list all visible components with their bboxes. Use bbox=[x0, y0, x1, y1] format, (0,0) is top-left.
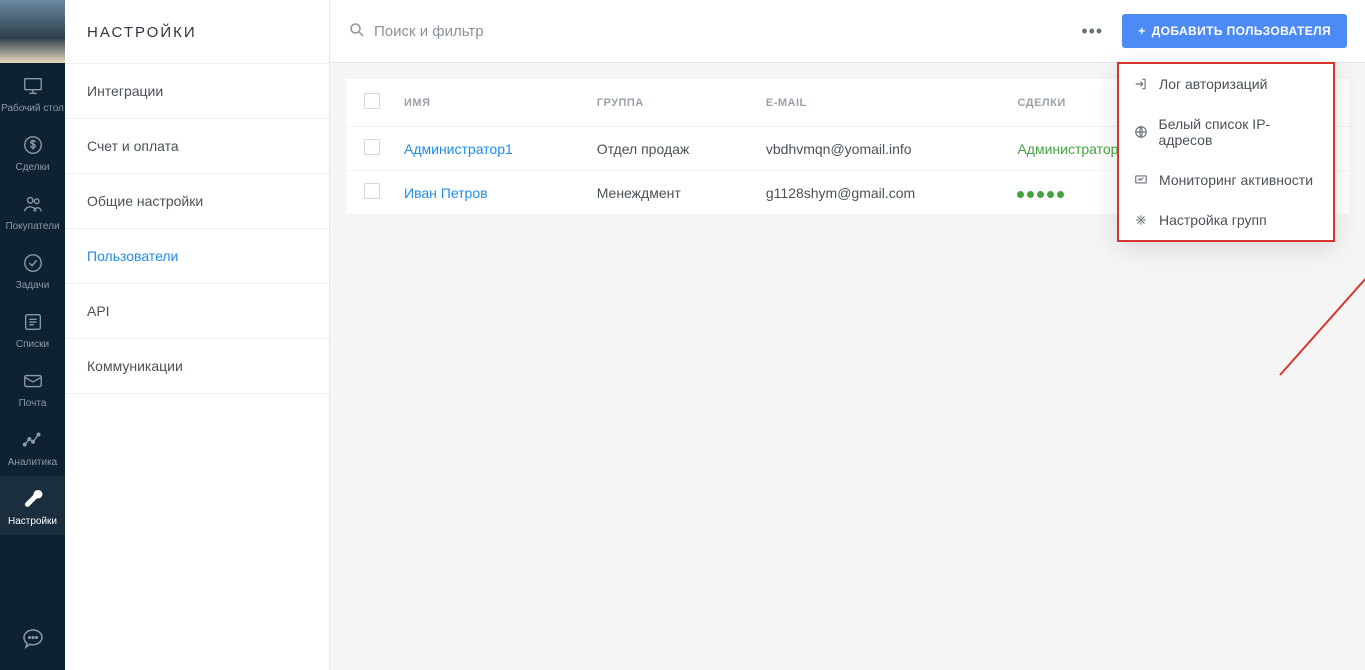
dropdown-label: Белый список IP-адресов bbox=[1159, 116, 1320, 148]
sidebar-item-communications[interactable]: Коммуникации bbox=[65, 339, 329, 394]
user-email: vbdhvmqn@yomail.info bbox=[754, 127, 1006, 171]
topbar: ••• + ДОБАВИТЬ ПОЛЬЗОВАТЕЛЯ bbox=[330, 0, 1365, 63]
nav-label: Аналитика bbox=[8, 457, 58, 468]
dropdown-item-activity-monitor[interactable]: Мониторинг активности bbox=[1119, 160, 1333, 200]
user-name-link[interactable]: Иван Петров bbox=[404, 185, 488, 201]
add-user-label: ДОБАВИТЬ ПОЛЬЗОВАТЕЛЯ bbox=[1152, 24, 1331, 38]
add-user-button[interactable]: + ДОБАВИТЬ ПОЛЬЗОВАТЕЛЯ bbox=[1122, 14, 1347, 48]
monitor-icon bbox=[1133, 172, 1149, 188]
nav-item-buyers[interactable]: Покупатели bbox=[0, 181, 65, 240]
login-icon bbox=[1133, 76, 1149, 92]
user-email: g1128shym@gmail.com bbox=[754, 171, 1006, 215]
nav-rail: Рабочий стол Сделки Покупатели Задачи Сп… bbox=[0, 0, 65, 670]
sidebar-title: НАСТРОЙКИ bbox=[65, 0, 329, 64]
search-wrap bbox=[348, 21, 1062, 42]
nav-item-settings[interactable]: Настройки bbox=[0, 476, 65, 535]
analytics-icon bbox=[20, 427, 46, 453]
search-icon bbox=[348, 21, 366, 42]
col-group: ГРУППА bbox=[585, 79, 754, 127]
sidebar-item-general[interactable]: Общие настройки bbox=[65, 174, 329, 229]
more-dropdown: Лог авторизаций Белый список IP-адресов … bbox=[1117, 62, 1335, 242]
desktop-icon bbox=[20, 73, 46, 99]
nav-item-desktop[interactable]: Рабочий стол bbox=[0, 63, 65, 122]
dollar-icon bbox=[20, 132, 46, 158]
settings-sidebar: НАСТРОЙКИ Интеграции Счет и оплата Общие… bbox=[65, 0, 330, 670]
plus-icon: + bbox=[1138, 24, 1145, 38]
user-name-link[interactable]: Администратор1 bbox=[404, 141, 513, 157]
dropdown-label: Мониторинг активности bbox=[1159, 172, 1313, 188]
nav-label: Списки bbox=[16, 339, 49, 350]
nav-label: Задачи bbox=[16, 280, 50, 291]
nav-item-chat[interactable] bbox=[0, 616, 65, 670]
annotation-arrow bbox=[1270, 215, 1365, 395]
globe-icon bbox=[1133, 124, 1149, 140]
check-circle-icon bbox=[20, 250, 46, 276]
workspace-avatar[interactable] bbox=[0, 0, 65, 63]
sidebar-item-users[interactable]: Пользователи bbox=[65, 229, 329, 284]
dropdown-item-ip-whitelist[interactable]: Белый список IP-адресов bbox=[1119, 104, 1333, 160]
dots-indicator bbox=[1017, 191, 1064, 198]
search-input[interactable] bbox=[374, 23, 674, 40]
dropdown-label: Настройка групп bbox=[1159, 212, 1267, 228]
row-checkbox[interactable] bbox=[364, 139, 380, 155]
nav-label: Рабочий стол bbox=[1, 103, 64, 114]
col-name: ИМЯ bbox=[392, 79, 585, 127]
nav-item-lists[interactable]: Списки bbox=[0, 299, 65, 358]
nav-item-analytics[interactable]: Аналитика bbox=[0, 417, 65, 476]
user-group: Отдел продаж bbox=[585, 127, 754, 171]
nav-item-deals[interactable]: Сделки bbox=[0, 122, 65, 181]
nav-label: Покупатели bbox=[5, 221, 59, 232]
sidebar-item-api[interactable]: API bbox=[65, 284, 329, 339]
dropdown-label: Лог авторизаций bbox=[1159, 76, 1267, 92]
col-email: E-MAIL bbox=[754, 79, 1006, 127]
nav-item-mail[interactable]: Почта bbox=[0, 358, 65, 417]
dropdown-item-auth-log[interactable]: Лог авторизаций bbox=[1119, 64, 1333, 104]
dropdown-item-group-settings[interactable]: Настройка групп bbox=[1119, 200, 1333, 240]
nav-label: Настройки bbox=[8, 516, 57, 527]
main-area: ••• + ДОБАВИТЬ ПОЛЬЗОВАТЕЛЯ ИМЯ ГРУППА E… bbox=[330, 0, 1365, 670]
select-all-checkbox[interactable] bbox=[364, 93, 380, 109]
sidebar-item-billing[interactable]: Счет и оплата bbox=[65, 119, 329, 174]
nav-item-tasks[interactable]: Задачи bbox=[0, 240, 65, 299]
list-icon bbox=[20, 309, 46, 335]
ellipsis-icon: ••• bbox=[1081, 21, 1103, 42]
chat-icon bbox=[20, 626, 46, 652]
sidebar-item-integrations[interactable]: Интеграции bbox=[65, 64, 329, 119]
tools-icon bbox=[1133, 212, 1149, 228]
row-checkbox[interactable] bbox=[364, 183, 380, 199]
mail-icon bbox=[20, 368, 46, 394]
wrench-icon bbox=[20, 486, 46, 512]
user-group: Менеждмент bbox=[585, 171, 754, 215]
user-deals: Администратор bbox=[1017, 141, 1118, 157]
nav-label: Почта bbox=[19, 398, 47, 409]
users-icon bbox=[20, 191, 46, 217]
nav-label: Сделки bbox=[15, 162, 49, 173]
more-button[interactable]: ••• bbox=[1074, 13, 1110, 49]
